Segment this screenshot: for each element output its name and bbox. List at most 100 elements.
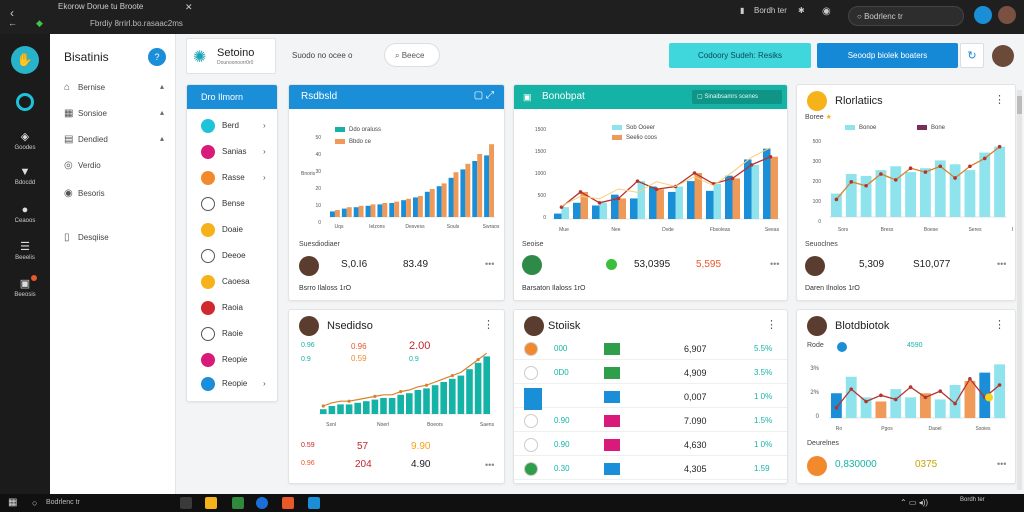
bar (630, 198, 638, 219)
search-icon[interactable]: ○ (32, 498, 37, 508)
star-icon: ★ (825, 114, 832, 121)
bar (949, 164, 961, 217)
task-view-icon[interactable] (180, 497, 192, 509)
rail-item-4[interactable]: ▣ Beeosis (0, 277, 50, 298)
table-row[interactable]: 0.30 4,305 1.59 (514, 460, 787, 480)
stat-value: S,0.I6 (341, 259, 368, 270)
sidebar-item-5[interactable]: ▯ Desqiise (64, 232, 164, 243)
search-label: Beece (401, 51, 425, 60)
rail-item-3[interactable]: ☰ Beeelis (0, 240, 50, 261)
sidebar-item-0[interactable]: ⌂ Bernise ▴ (64, 82, 164, 93)
category-item-3[interactable]: Bense (201, 197, 271, 211)
bar (934, 399, 946, 418)
more-icon[interactable]: ••• (485, 259, 494, 269)
browser-tab[interactable]: Ekorow Dorue tu Broote (58, 2, 143, 11)
folder-icon[interactable] (205, 497, 217, 509)
brand-logo[interactable]: ✺ Setoino Dounoonoorr0r0 (186, 38, 276, 74)
category-dot-icon (201, 249, 215, 263)
category-item-7[interactable]: Raoia (201, 301, 271, 315)
chat-icon: ● (21, 204, 29, 216)
bar (401, 200, 407, 217)
bar (845, 376, 857, 418)
category-item-5[interactable]: Deeoe (201, 249, 271, 263)
more-vertical-icon[interactable]: ⋮ (766, 318, 777, 331)
more-vertical-icon[interactable]: ⋮ (483, 318, 494, 331)
more-vertical-icon[interactable]: ⋮ (994, 93, 1005, 106)
back-arrow-icon[interactable]: ← (8, 18, 17, 28)
card-title: Bonobpat (542, 91, 585, 102)
app-icon[interactable] (232, 497, 244, 509)
row-name: 0.90 (554, 416, 570, 425)
more-icon[interactable]: ••• (997, 259, 1006, 269)
bar (417, 196, 423, 217)
category-item-6[interactable]: Caoesa (201, 275, 271, 289)
analytics-chart: 500 300 200 100 0 Sors Bress Boese Seres Bocos (813, 139, 1013, 233)
bar (561, 207, 569, 219)
scrollbar-thumb[interactable] (1017, 96, 1022, 114)
store-icon[interactable] (308, 497, 320, 509)
data-point (347, 399, 351, 403)
browser-status: Bordh ter (754, 6, 787, 15)
start-icon[interactable]: ▦ (8, 497, 17, 508)
page-header: ✺ Setoino Dounoonoorr0r0 Suodo no ocee o… (186, 38, 1016, 74)
rail-item-1[interactable]: ▼ Bdocdd (0, 166, 50, 186)
more-icon[interactable]: ••• (770, 259, 779, 269)
help-icon[interactable]: ? (148, 48, 166, 66)
more-icon[interactable]: ••• (485, 460, 494, 470)
profile-icon[interactable] (974, 6, 992, 24)
avatar[interactable] (998, 6, 1016, 24)
y-tick-label: 1500 (535, 149, 546, 155)
sidebar-item-3[interactable]: ◎ Verdio (64, 160, 164, 171)
category-item-8[interactable]: Raoie (201, 327, 271, 341)
data-point (834, 197, 839, 202)
table-row[interactable]: 000 6,907 5.5% (514, 340, 787, 360)
plant-icon (522, 255, 542, 275)
settings-icon[interactable]: ◉ (822, 6, 831, 17)
table-row[interactable]: 0D0 4,909 3.5% (514, 364, 787, 384)
y-tick-label: 50 (315, 135, 321, 141)
avatar[interactable] (992, 45, 1014, 67)
browser-icon[interactable] (282, 497, 294, 509)
bar (423, 388, 430, 414)
category-item-9[interactable]: Reopie (201, 353, 271, 367)
sidebar-item-1[interactable]: ▦ Sonsioe ▴ (64, 108, 164, 119)
rail-item-2[interactable]: ● Ceaoos (0, 204, 50, 224)
extensions-icon[interactable]: ✱ (798, 6, 805, 15)
app-logo-icon[interactable]: ✋ (11, 46, 39, 74)
tray-icons[interactable]: ⌃ ▭ ◂)) (900, 498, 928, 507)
more-icon[interactable]: ••• (997, 459, 1006, 469)
category-item-10[interactable]: Reopie › (201, 377, 271, 391)
category-item-4[interactable]: Doaie (201, 223, 271, 237)
category-item-2[interactable]: Rasse › (201, 171, 271, 185)
expand-icon[interactable]: ▢ ⤢ (474, 90, 494, 101)
category-label: Reopie (222, 355, 248, 365)
edge-icon[interactable] (256, 497, 268, 509)
sidebar-item-2[interactable]: ▤ Dendied ▴ (64, 134, 164, 145)
table-row[interactable]: 0.90 4,630 1 0% (514, 436, 787, 456)
cup-icon: ▼ (19, 166, 31, 178)
ring-icon[interactable] (16, 93, 34, 111)
close-icon[interactable]: ✕ (185, 2, 193, 13)
category-item-0[interactable]: Berd › (201, 119, 271, 133)
browser-search-input[interactable]: ○ Bodrlenc tr (848, 6, 964, 26)
table-row[interactable]: 0,007 1 0% (514, 388, 787, 408)
category-item-1[interactable]: Sanias › (201, 145, 271, 159)
filter-select[interactable]: Suodo no ocee o (292, 51, 353, 60)
primary-action-button[interactable]: Codoory Sudeh: Resiks (669, 43, 811, 68)
card-footer-label: Deurelnes (807, 440, 839, 447)
table-row[interactable]: 0.90 7.090 1.5% (514, 412, 787, 432)
filter-chip[interactable]: ▢ Sinaibsamrs scenes (692, 90, 782, 104)
category-panel-title: Dro Ilmorn (187, 85, 277, 109)
rail-item-0[interactable]: ◈ Goodes (0, 130, 50, 151)
sidebar-item-4[interactable]: ◉ Besoris (64, 188, 164, 199)
address-bar[interactable]: Fbrdiy 8rrirl.bo.rasaac2ms (90, 19, 183, 28)
scrollbar[interactable] (1017, 90, 1022, 490)
secondary-action-button[interactable]: Seoodp biolek boaters (817, 43, 958, 68)
more-vertical-icon[interactable]: ⋮ (994, 318, 1005, 331)
taskbar-search[interactable]: Bodrlenc tr (46, 499, 80, 506)
refresh-icon[interactable]: ↻ (960, 43, 984, 68)
category-dot-icon (201, 377, 215, 391)
search-input[interactable]: ⌕ Beece (384, 43, 440, 67)
bar (477, 154, 483, 217)
row-swatch (604, 415, 620, 427)
